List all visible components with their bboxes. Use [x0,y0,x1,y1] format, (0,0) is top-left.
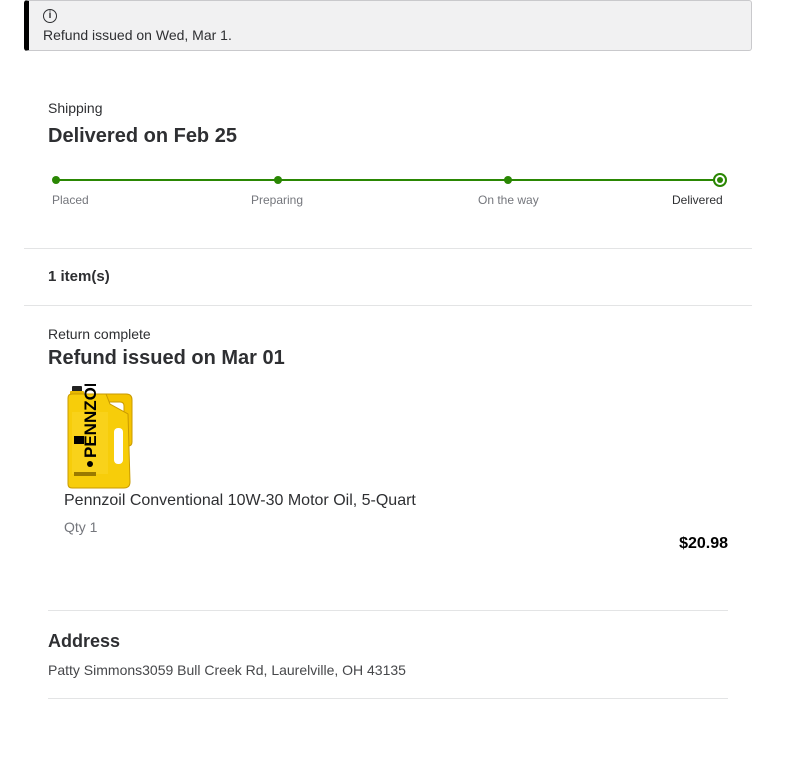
brand-lettering: PENNZOIL [81,384,100,458]
step-label-on-the-way: On the way [478,193,539,207]
motor-oil-jug-image[interactable]: PENNZOIL [64,384,136,490]
product-price: $20.98 [679,535,728,552]
address-title: Address [48,631,121,651]
info-icon: i [43,9,57,23]
progress-line [56,179,720,181]
address-text: Patty Simmons3059 Bull Creek Rd, Laurelv… [48,662,406,678]
refund-notice-banner: i Refund issued on Wed, Mar 1. [24,0,752,51]
refund-notice-text: Refund issued on Wed, Mar 1. [43,27,232,43]
step-label-placed: Placed [52,193,89,207]
step-dot-preparing [274,176,282,184]
items-count: 1 item(s) [48,268,110,285]
step-dot-on-the-way [504,176,512,184]
section-divider [48,610,728,611]
section-divider [48,698,728,699]
shipping-label: Shipping [48,100,103,116]
section-divider [24,305,752,306]
step-label-preparing: Preparing [251,193,304,207]
step-dot-delivered [713,173,727,187]
product-quantity: Qty 1 [64,519,98,535]
section-divider [24,248,752,249]
refund-title: Refund issued on Mar 01 [48,347,285,369]
step-label-delivered: Delivered [672,193,723,207]
product-name[interactable]: Pennzoil Conventional 10W-30 Motor Oil, … [64,492,416,510]
shipping-progress-tracker: Placed Preparing On the way Delivered [48,170,738,210]
return-status: Return complete [48,326,151,342]
step-dot-placed [52,176,60,184]
shipping-status-title: Delivered on Feb 25 [48,125,237,147]
